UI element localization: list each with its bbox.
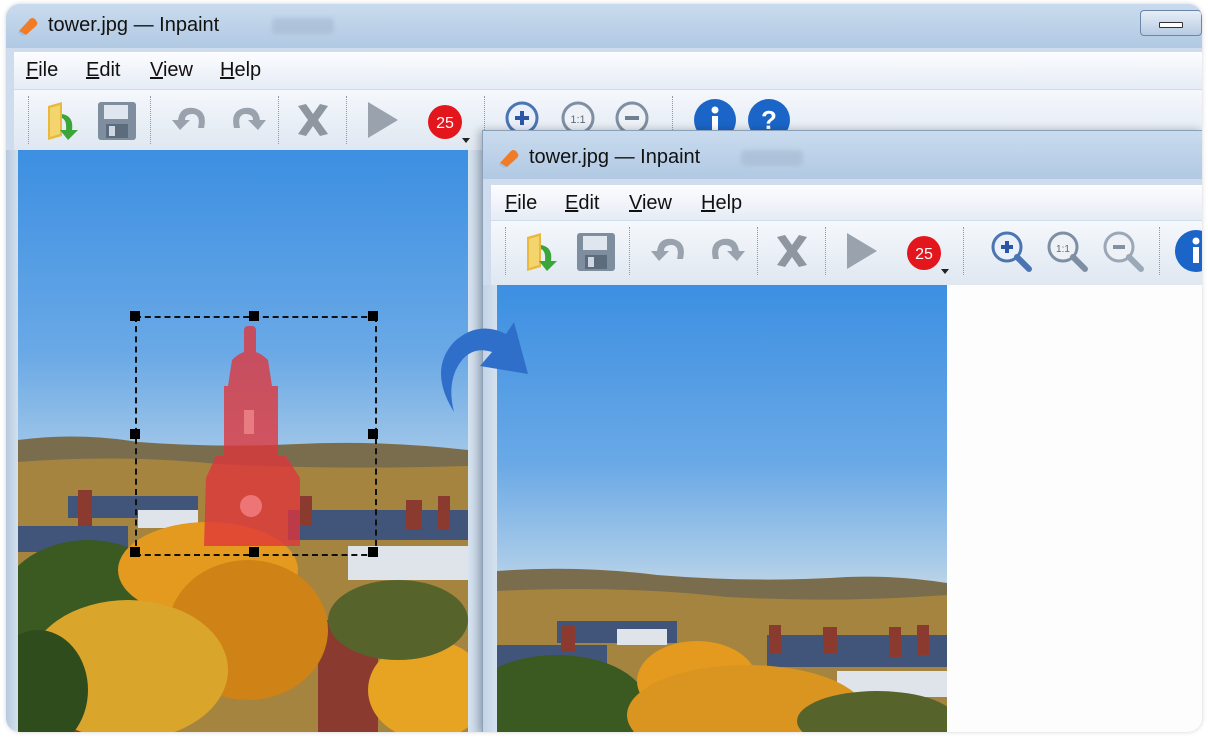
window-divider [468,150,482,732]
redo-icon[interactable] [224,96,270,144]
open-folder-icon[interactable] [42,96,88,144]
svg-text:1:1: 1:1 [570,114,585,126]
window-title: tower.jpg — Inpaint [529,146,701,168]
menu-edit[interactable]: Edit [86,59,120,82]
selection-rectangle[interactable] [135,316,377,556]
resize-handle[interactable] [249,311,259,321]
resize-handle[interactable] [130,311,140,321]
resize-handle[interactable] [130,547,140,557]
toolbar-separator [629,227,632,275]
menu-help[interactable]: Help [220,59,261,82]
toolbar-separator [346,96,349,144]
back-titlebar: tower.jpg — Inpaint [6,4,1202,48]
front-toolbar: 25 1:1 [491,221,1202,286]
toolbar-separator [505,227,508,275]
info-icon[interactable] [1173,227,1202,275]
run-play-icon[interactable] [358,96,404,144]
menu-help[interactable]: Help [701,192,742,215]
open-folder-icon[interactable] [521,227,567,275]
resize-handle[interactable] [249,547,259,557]
curved-arrow-icon [441,322,528,412]
toolbar-separator [150,96,153,144]
photo-result-scene [497,568,947,732]
save-disk-icon[interactable] [573,227,619,275]
brush-size-value: 25 [915,246,933,263]
brush-size-icon[interactable]: 25 [424,96,470,144]
front-menubar: File Edit View Help [491,185,1202,220]
back-menubar: File Edit View Help [14,52,1202,89]
window-border [6,150,18,732]
save-disk-icon[interactable] [94,96,140,144]
toolbar-separator [1159,227,1162,275]
resize-handle[interactable] [368,547,378,557]
screenshot-frame: tower.jpg — Inpaint File Edit View Help [6,4,1202,732]
resize-handle[interactable] [368,429,378,439]
clear-x-icon[interactable] [290,96,336,144]
menu-file[interactable]: File [26,59,58,82]
menu-edit[interactable]: Edit [565,192,599,215]
minimize-button[interactable] [1140,10,1202,36]
resize-handle[interactable] [130,429,140,439]
toolbar-separator [278,96,281,144]
window-title: tower.jpg — Inpaint [48,14,220,36]
result-canvas[interactable] [497,285,947,732]
title-blurred-suffix [272,18,334,34]
brush-size-icon[interactable]: 25 [903,227,949,275]
menu-view[interactable]: View [150,59,193,82]
image-canvas[interactable] [18,150,468,732]
svg-text:1:1: 1:1 [1056,244,1070,255]
brush-size-value: 25 [436,115,454,132]
menu-file[interactable]: File [505,192,537,215]
redo-icon[interactable] [703,227,749,275]
eraser-app-icon [499,150,519,168]
undo-icon[interactable] [647,227,693,275]
front-titlebar: tower.jpg — Inpaint [483,131,1202,179]
front-window: tower.jpg — Inpaint File Edit View Help [482,130,1202,732]
eraser-app-icon [18,18,38,36]
zoom-in-icon[interactable] [987,227,1033,275]
toolbar-separator [28,96,31,144]
toolbar-separator [963,227,966,275]
empty-canvas-area [947,285,1202,732]
toolbar-separator [757,227,760,275]
toolbar-separator [825,227,828,275]
run-play-icon[interactable] [837,227,883,275]
title-blurred-suffix [741,150,803,166]
menu-view[interactable]: View [629,192,672,215]
zoom-out-icon[interactable] [1099,227,1145,275]
clear-x-icon[interactable] [769,227,815,275]
zoom-actual-size-icon[interactable]: 1:1 [1043,227,1089,275]
undo-icon[interactable] [168,96,214,144]
resize-handle[interactable] [368,311,378,321]
